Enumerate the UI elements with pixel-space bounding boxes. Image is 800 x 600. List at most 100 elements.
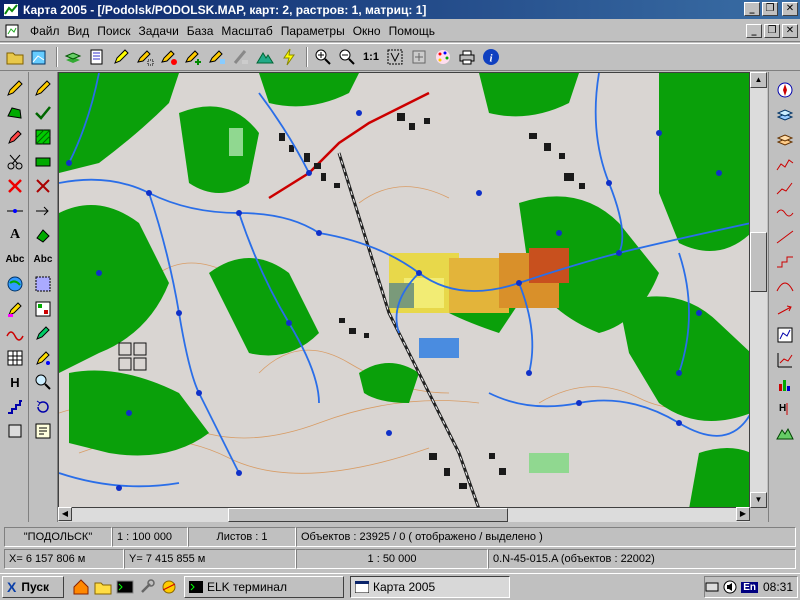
- h-tool-button[interactable]: H: [3, 370, 27, 395]
- minimize-button[interactable]: _: [744, 2, 760, 16]
- box-button[interactable]: [3, 419, 27, 444]
- doc-minimize-button[interactable]: _: [746, 24, 762, 38]
- paint-button[interactable]: [31, 321, 55, 346]
- check-button[interactable]: [31, 101, 55, 126]
- delete-button[interactable]: [3, 174, 27, 199]
- profile6-button[interactable]: [773, 274, 797, 299]
- text-tool-abc-button[interactable]: Abc: [3, 248, 27, 273]
- object-list-button[interactable]: [31, 297, 55, 322]
- edit-object-button[interactable]: [206, 46, 228, 68]
- globe-button[interactable]: [3, 272, 27, 297]
- menu-database[interactable]: База: [183, 24, 218, 38]
- hatch-button[interactable]: [31, 125, 55, 150]
- scroll-left-arrow[interactable]: ◀: [58, 507, 72, 521]
- profile5-button[interactable]: [773, 250, 797, 275]
- menu-parameters[interactable]: Параметры: [277, 24, 349, 38]
- label-tool-button[interactable]: Abc: [31, 248, 55, 273]
- edit-line-button[interactable]: [31, 76, 55, 101]
- select-tool-button[interactable]: [110, 46, 132, 68]
- search-button[interactable]: [31, 370, 55, 395]
- erase-button[interactable]: [230, 46, 252, 68]
- palette-button[interactable]: [432, 46, 454, 68]
- horizontal-scroll-thumb[interactable]: [228, 508, 508, 522]
- menu-tasks[interactable]: Задачи: [135, 24, 183, 38]
- map-canvas[interactable]: [58, 72, 750, 508]
- horizontal-scrollbar[interactable]: ◀ ▶: [58, 507, 750, 522]
- layers-button[interactable]: [62, 46, 84, 68]
- draw-pencil-button[interactable]: [3, 125, 27, 150]
- join-button[interactable]: [31, 150, 55, 175]
- zoom-out-button[interactable]: [336, 46, 358, 68]
- wrench-icon[interactable]: [138, 578, 156, 596]
- terrain-3d-button[interactable]: [773, 421, 797, 446]
- draw-line-button[interactable]: [3, 76, 27, 101]
- doc-restore-button[interactable]: ❐: [764, 24, 780, 38]
- vertical-scroll-thumb[interactable]: [750, 232, 767, 292]
- diagram-button[interactable]: [773, 323, 797, 348]
- stairs-button[interactable]: [3, 395, 27, 420]
- document-icon[interactable]: [4, 23, 20, 39]
- move-button[interactable]: [408, 46, 430, 68]
- legend-button[interactable]: [86, 46, 108, 68]
- home-icon[interactable]: [72, 578, 90, 596]
- properties-button[interactable]: [31, 419, 55, 444]
- language-indicator[interactable]: En: [741, 581, 758, 593]
- network-icon[interactable]: [160, 578, 178, 596]
- scroll-up-arrow[interactable]: ▲: [750, 72, 767, 88]
- arrow-tool-button[interactable]: [31, 199, 55, 224]
- menu-scale[interactable]: Масштаб: [217, 24, 276, 38]
- curve-button[interactable]: [3, 321, 27, 346]
- keyboard-icon[interactable]: [705, 580, 719, 594]
- close-button[interactable]: ✕: [782, 2, 798, 16]
- split-line-button[interactable]: [3, 199, 27, 224]
- zoom-in-button[interactable]: [312, 46, 334, 68]
- menu-view[interactable]: Вид: [64, 24, 94, 38]
- fill-area-button[interactable]: [31, 223, 55, 248]
- layer-list-button[interactable]: [773, 103, 797, 128]
- text-tool-a-button[interactable]: A: [3, 223, 27, 248]
- vertical-scrollbar[interactable]: ▲ ▼: [750, 72, 767, 508]
- doc-close-button[interactable]: ✕: [782, 24, 798, 38]
- pin-button[interactable]: [31, 346, 55, 371]
- restore-button[interactable]: ❐: [762, 2, 778, 16]
- delete-object-button[interactable]: [31, 174, 55, 199]
- menu-window[interactable]: Окно: [349, 24, 385, 38]
- histogram-button[interactable]: [773, 372, 797, 397]
- terminal-icon[interactable]: [116, 578, 134, 596]
- grid-button[interactable]: [3, 346, 27, 371]
- layer-stack-button[interactable]: [773, 127, 797, 152]
- add-object-button[interactable]: [182, 46, 204, 68]
- profile2-button[interactable]: [773, 176, 797, 201]
- print-button[interactable]: [456, 46, 478, 68]
- arrow-profile-button[interactable]: [773, 299, 797, 324]
- frame-select-button[interactable]: [31, 272, 55, 297]
- task-karta-2005[interactable]: Карта 2005: [350, 576, 510, 598]
- info-button[interactable]: i: [480, 46, 502, 68]
- new-map-button[interactable]: [28, 46, 50, 68]
- menu-help[interactable]: Помощь: [385, 24, 439, 38]
- chart-button[interactable]: [773, 348, 797, 373]
- title-bar[interactable]: Карта 2005 - [/Podolsk/PODOLSK.MAP, карт…: [0, 0, 800, 19]
- draw-polygon-button[interactable]: [3, 101, 27, 126]
- folder-icon[interactable]: [94, 578, 112, 596]
- scroll-down-arrow[interactable]: ▼: [750, 492, 767, 508]
- menu-search[interactable]: Поиск: [93, 24, 134, 38]
- measure-button[interactable]: [254, 46, 276, 68]
- speaker-icon[interactable]: [722, 580, 738, 594]
- menu-file[interactable]: Файл: [26, 24, 64, 38]
- select-object-button[interactable]: [158, 46, 180, 68]
- compass-button[interactable]: [773, 78, 797, 103]
- select-area-button[interactable]: [134, 46, 156, 68]
- cut-button[interactable]: [3, 150, 27, 175]
- open-file-button[interactable]: [4, 46, 26, 68]
- profile4-button[interactable]: [773, 225, 797, 250]
- scroll-right-arrow[interactable]: ▶: [736, 507, 750, 521]
- scale-1to1-button[interactable]: 1:1: [360, 46, 382, 68]
- profile3-button[interactable]: [773, 201, 797, 226]
- height-button[interactable]: H: [773, 397, 797, 422]
- task-elk-terminal[interactable]: ELK терминал: [184, 576, 344, 598]
- rotate-button[interactable]: [31, 395, 55, 420]
- highlighter-button[interactable]: [3, 297, 27, 322]
- start-button[interactable]: X Пуск: [2, 576, 64, 598]
- profile-button[interactable]: [773, 152, 797, 177]
